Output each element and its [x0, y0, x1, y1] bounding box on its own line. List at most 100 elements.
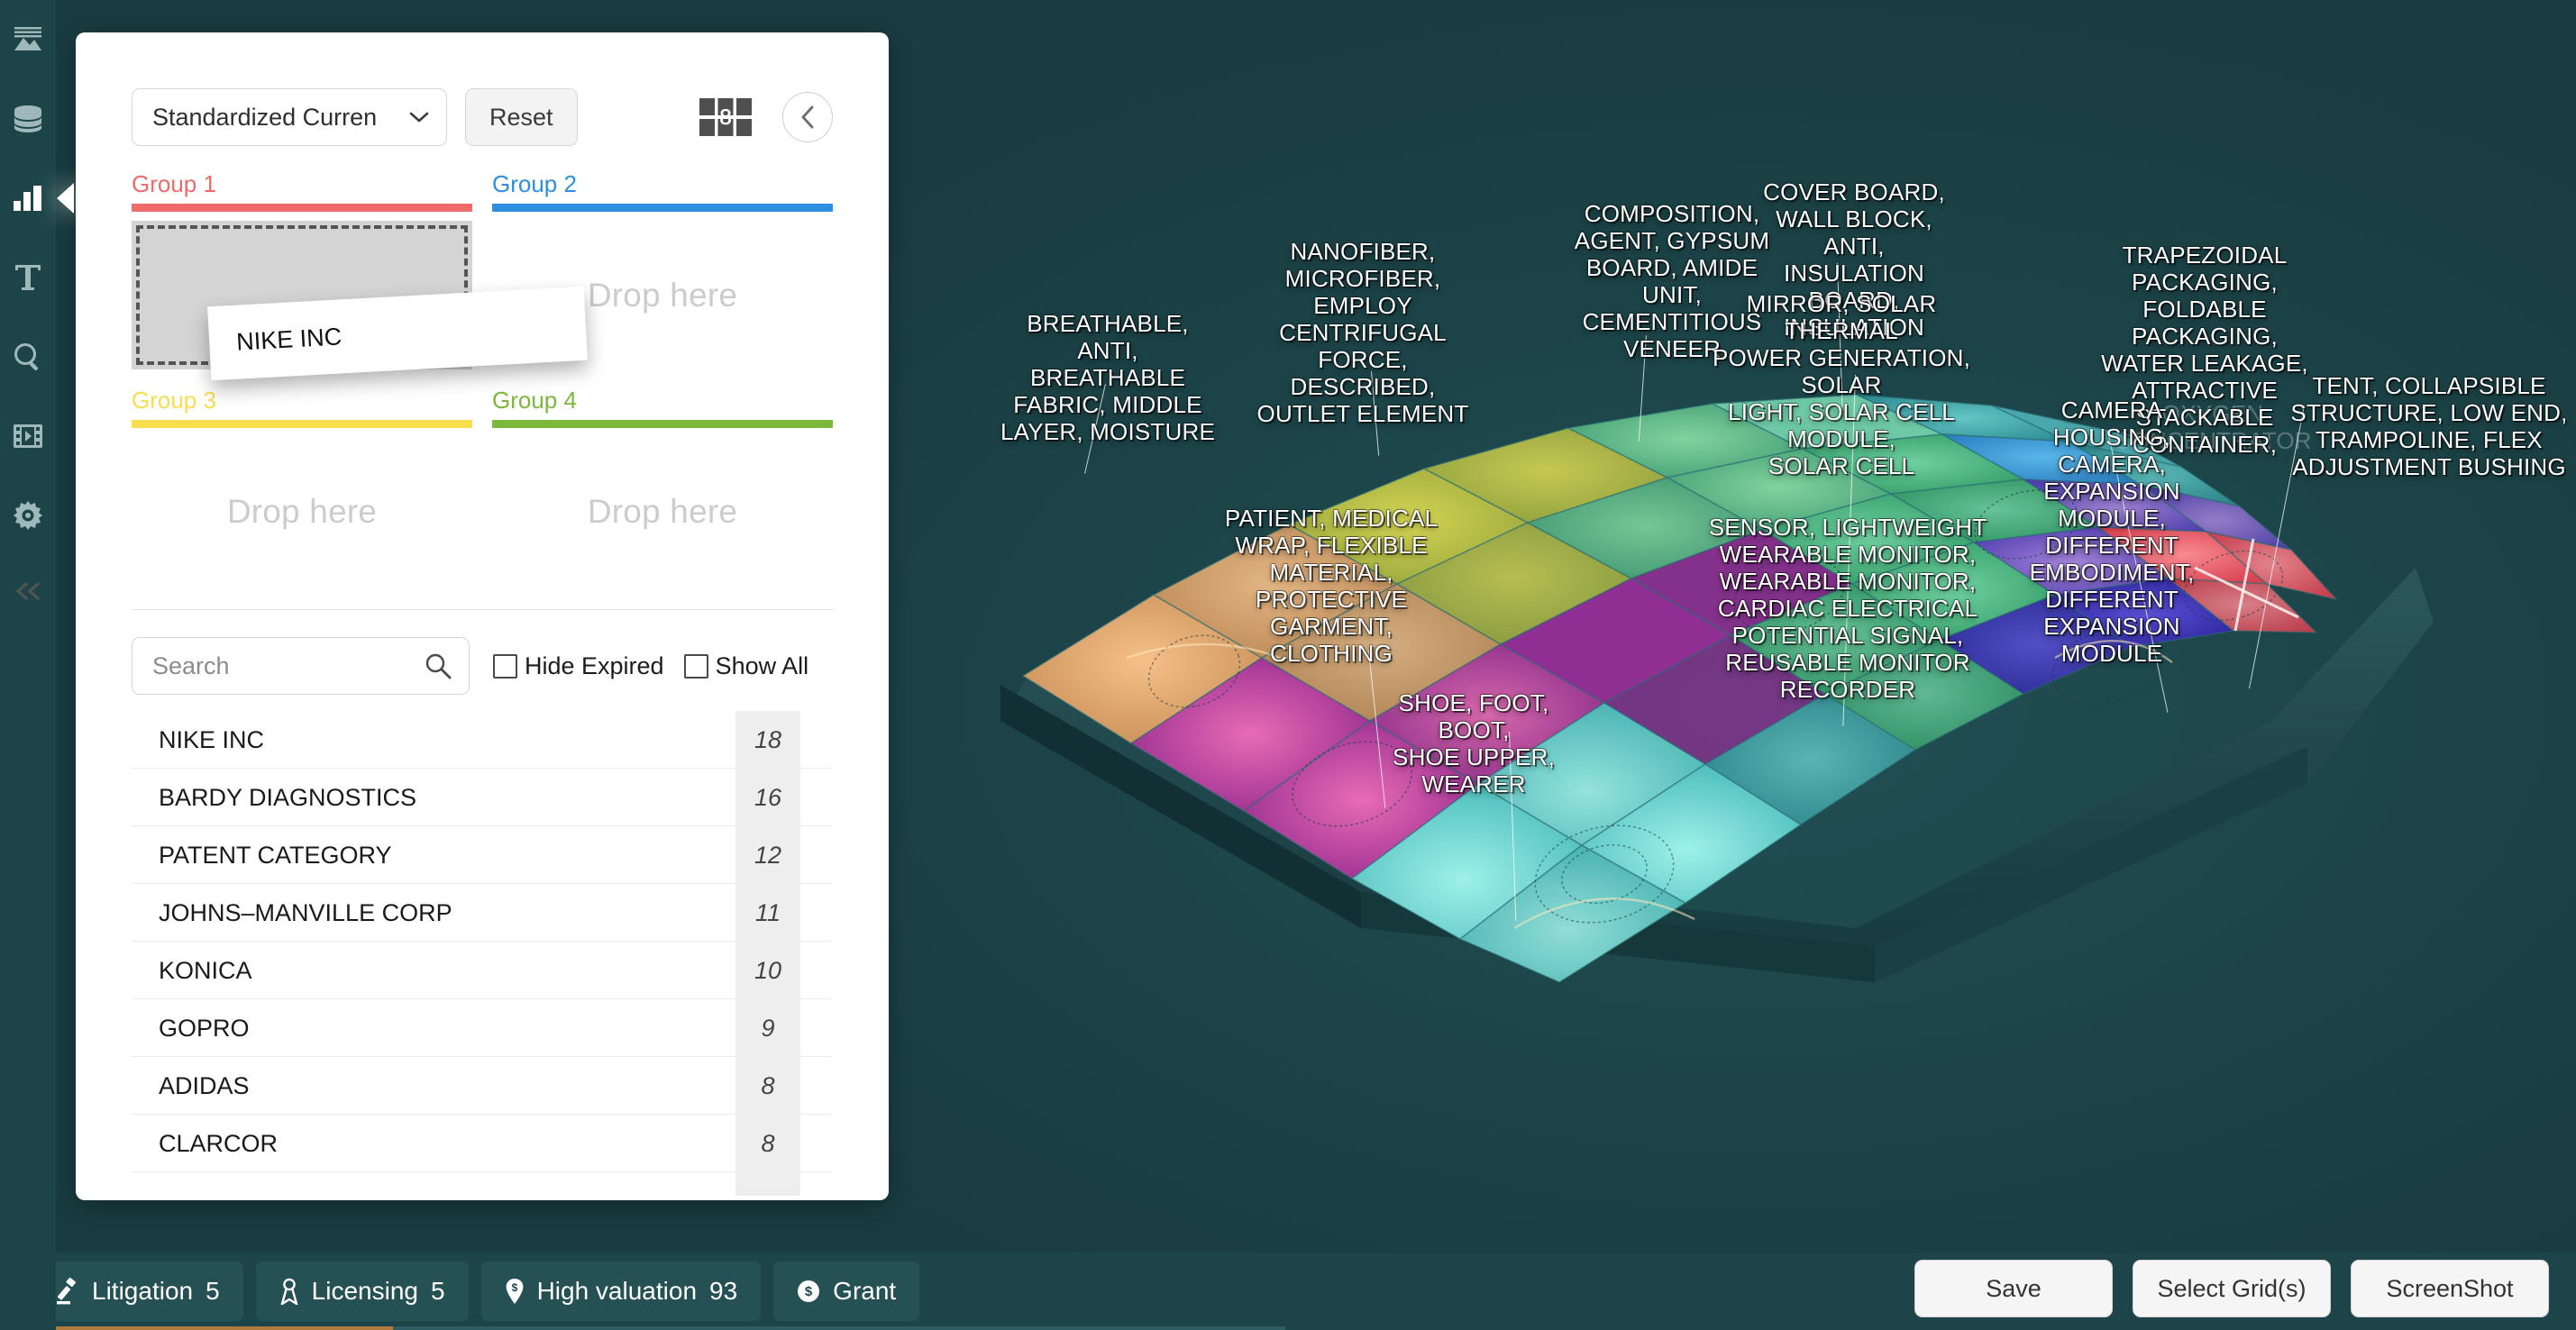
entity-list: NIKE INC 18 BARDY DIAGNOSTICS 16 PATENT CATE…: [132, 711, 833, 1196]
group-row: Group 3 Drop here Group 4 Drop here: [132, 386, 833, 586]
active-indicator-arrow: [57, 183, 74, 214]
left-icon-rail: [0, 0, 74, 1330]
list-item-count: 16: [735, 769, 800, 826]
sidebar-collapse[interactable]: [0, 555, 56, 627]
list-item[interactable]: CLARCOR 8: [132, 1115, 833, 1172]
mode-select[interactable]: Standardized Curren: [132, 88, 447, 146]
checkbox-box[interactable]: [493, 653, 517, 679]
grid-count-icon[interactable]: 8: [699, 98, 752, 136]
sidebar-item-chart[interactable]: [0, 159, 74, 238]
bottom-tab-underline-active: [32, 1326, 393, 1330]
list-item-name: NIKE INC: [159, 725, 265, 753]
app-root: BREATHABLE, ANTI, BREATHABLE FABRIC, MID…: [0, 0, 2576, 1330]
sidebar-item-settings[interactable]: [0, 476, 56, 555]
group-label: Group 3: [132, 387, 216, 414]
list-item-count: 8: [735, 1057, 800, 1115]
list-item[interactable]: BARDY DIAGNOSTICS 16: [132, 769, 833, 826]
list-item[interactable]: PATENT CATEGORY 12: [132, 826, 833, 884]
bar-chart-icon: [14, 186, 41, 211]
action-button-screenshot[interactable]: ScreenShot: [2351, 1260, 2549, 1317]
list-item-count: 12: [735, 826, 800, 884]
mode-select-wrap: Standardized Curren: [132, 88, 447, 146]
sidebar-item-video[interactable]: [0, 396, 56, 476]
group-color-bar: [492, 204, 833, 212]
gear-icon: [14, 501, 42, 530]
list-item-count: 10: [735, 942, 800, 999]
bottom-tab-label: Licensing: [311, 1277, 418, 1305]
svg-text:$: $: [511, 1281, 517, 1294]
checkbox-hide-expired[interactable]: Hide Expired: [493, 652, 664, 680]
bottom-bar: Litigation 5 Licensing 5 $ High valuation 93 $ G…: [0, 1253, 2576, 1330]
list-item[interactable]: KONICA 10: [132, 942, 833, 999]
bottom-tab-count: 5: [206, 1277, 220, 1305]
chevron-left-icon: [801, 105, 814, 129]
panel-toolbar: Standardized Curren Reset 8: [132, 88, 833, 146]
list-item-count: 8: [735, 1115, 800, 1172]
panel-collapse-button[interactable]: [782, 92, 833, 142]
list-item-name: BARDY DIAGNOSTICS: [159, 783, 417, 811]
list-item-count: 9: [735, 999, 800, 1057]
bottom-tab-count: 93: [709, 1277, 738, 1305]
bottom-tab-high-valuation[interactable]: $ High valuation 93: [480, 1262, 762, 1321]
bottom-tab-litigation[interactable]: Litigation 5: [32, 1262, 243, 1321]
sidebar-item-text[interactable]: [0, 238, 56, 317]
checkbox-label: Hide Expired: [525, 651, 664, 679]
list-item-name: CLARCOR: [159, 1129, 279, 1157]
bottom-tab-count: 5: [430, 1277, 445, 1305]
list-item-name: ADIDAS: [159, 1071, 250, 1099]
list-item[interactable]: ADIDAS 8: [132, 1057, 833, 1115]
list-item-name: JOHNS–MANVILLE CORP: [159, 898, 452, 926]
group-color-bar: [132, 204, 472, 212]
sidebar-item-search[interactable]: [0, 317, 56, 396]
sidebar-item-landscape[interactable]: [0, 0, 56, 79]
filter-checkboxes: Hide Expired Show All: [493, 652, 808, 680]
group-dropzone-4[interactable]: Drop here: [492, 437, 833, 586]
bottom-tab-group: Litigation 5 Licensing 5 $ High valuation 93 $ G…: [32, 1262, 920, 1321]
dollar-circle-icon: $: [798, 1280, 820, 1302]
group-builder-panel: Standardized Curren Reset 8 Group 1 Grou…: [76, 32, 889, 1200]
group-color-bar: [132, 420, 472, 428]
list-item[interactable]: NIKE INC 18: [132, 711, 833, 769]
bottom-action-group: Save Select Grid(s) ScreenShot: [1914, 1260, 2549, 1317]
bottom-tab-label: High valuation: [536, 1277, 698, 1305]
bottom-tab-licensing[interactable]: Licensing 5: [255, 1262, 469, 1321]
group-label: Group 1: [132, 170, 216, 197]
action-button-select-grid-s[interactable]: Select Grid(s): [2133, 1260, 2331, 1317]
sidebar-item-database[interactable]: [0, 79, 56, 159]
svg-text:$: $: [805, 1284, 813, 1299]
dragging-entity-label: NIKE INC: [235, 322, 343, 356]
search-icon: [14, 343, 38, 370]
reset-button[interactable]: Reset: [465, 88, 578, 146]
checkbox-box[interactable]: [683, 653, 708, 679]
film-video-icon: [14, 424, 42, 448]
bottom-tab-grant[interactable]: $ Grant: [773, 1262, 920, 1321]
checkbox-show-all[interactable]: Show All: [683, 651, 809, 680]
panel-divider: [132, 609, 833, 610]
group-column-4: Group 4 Drop here: [492, 386, 833, 586]
text-tool-icon: [15, 265, 41, 290]
list-item-count: 18: [735, 711, 800, 769]
group-label: Group 4: [492, 387, 577, 414]
list-item[interactable]: GOPRO 9: [132, 999, 833, 1057]
action-button-save[interactable]: Save: [1914, 1260, 2113, 1317]
search-row: Hide Expired Show All: [132, 637, 833, 695]
image-landscape-icon: [14, 27, 41, 50]
list-item-count: 11: [735, 884, 800, 942]
group-color-bar: [492, 420, 833, 428]
search-input[interactable]: [132, 637, 470, 695]
grid-count-badge: 8: [719, 105, 731, 130]
list-item[interactable]: JOHNS–MANVILLE CORP 11: [132, 884, 833, 942]
search-icon[interactable]: [425, 652, 452, 679]
group-column-3: Group 3 Drop here: [132, 386, 472, 586]
bottom-tab-label: Grant: [833, 1277, 897, 1305]
list-item-name: GOPRO: [159, 1014, 250, 1042]
double-chevron-left-icon: [15, 582, 40, 600]
group-dropzone-3[interactable]: Drop here: [132, 437, 472, 586]
list-item-name: KONICA: [159, 956, 252, 984]
map-pin-dollar-icon: $: [506, 1279, 523, 1304]
list-scroll-tail: [735, 1172, 800, 1196]
group-label: Group 2: [492, 170, 577, 197]
bottom-tab-underline: [32, 1326, 1285, 1330]
checkbox-label: Show All: [715, 651, 809, 679]
list-item-divider: [132, 1171, 833, 1172]
